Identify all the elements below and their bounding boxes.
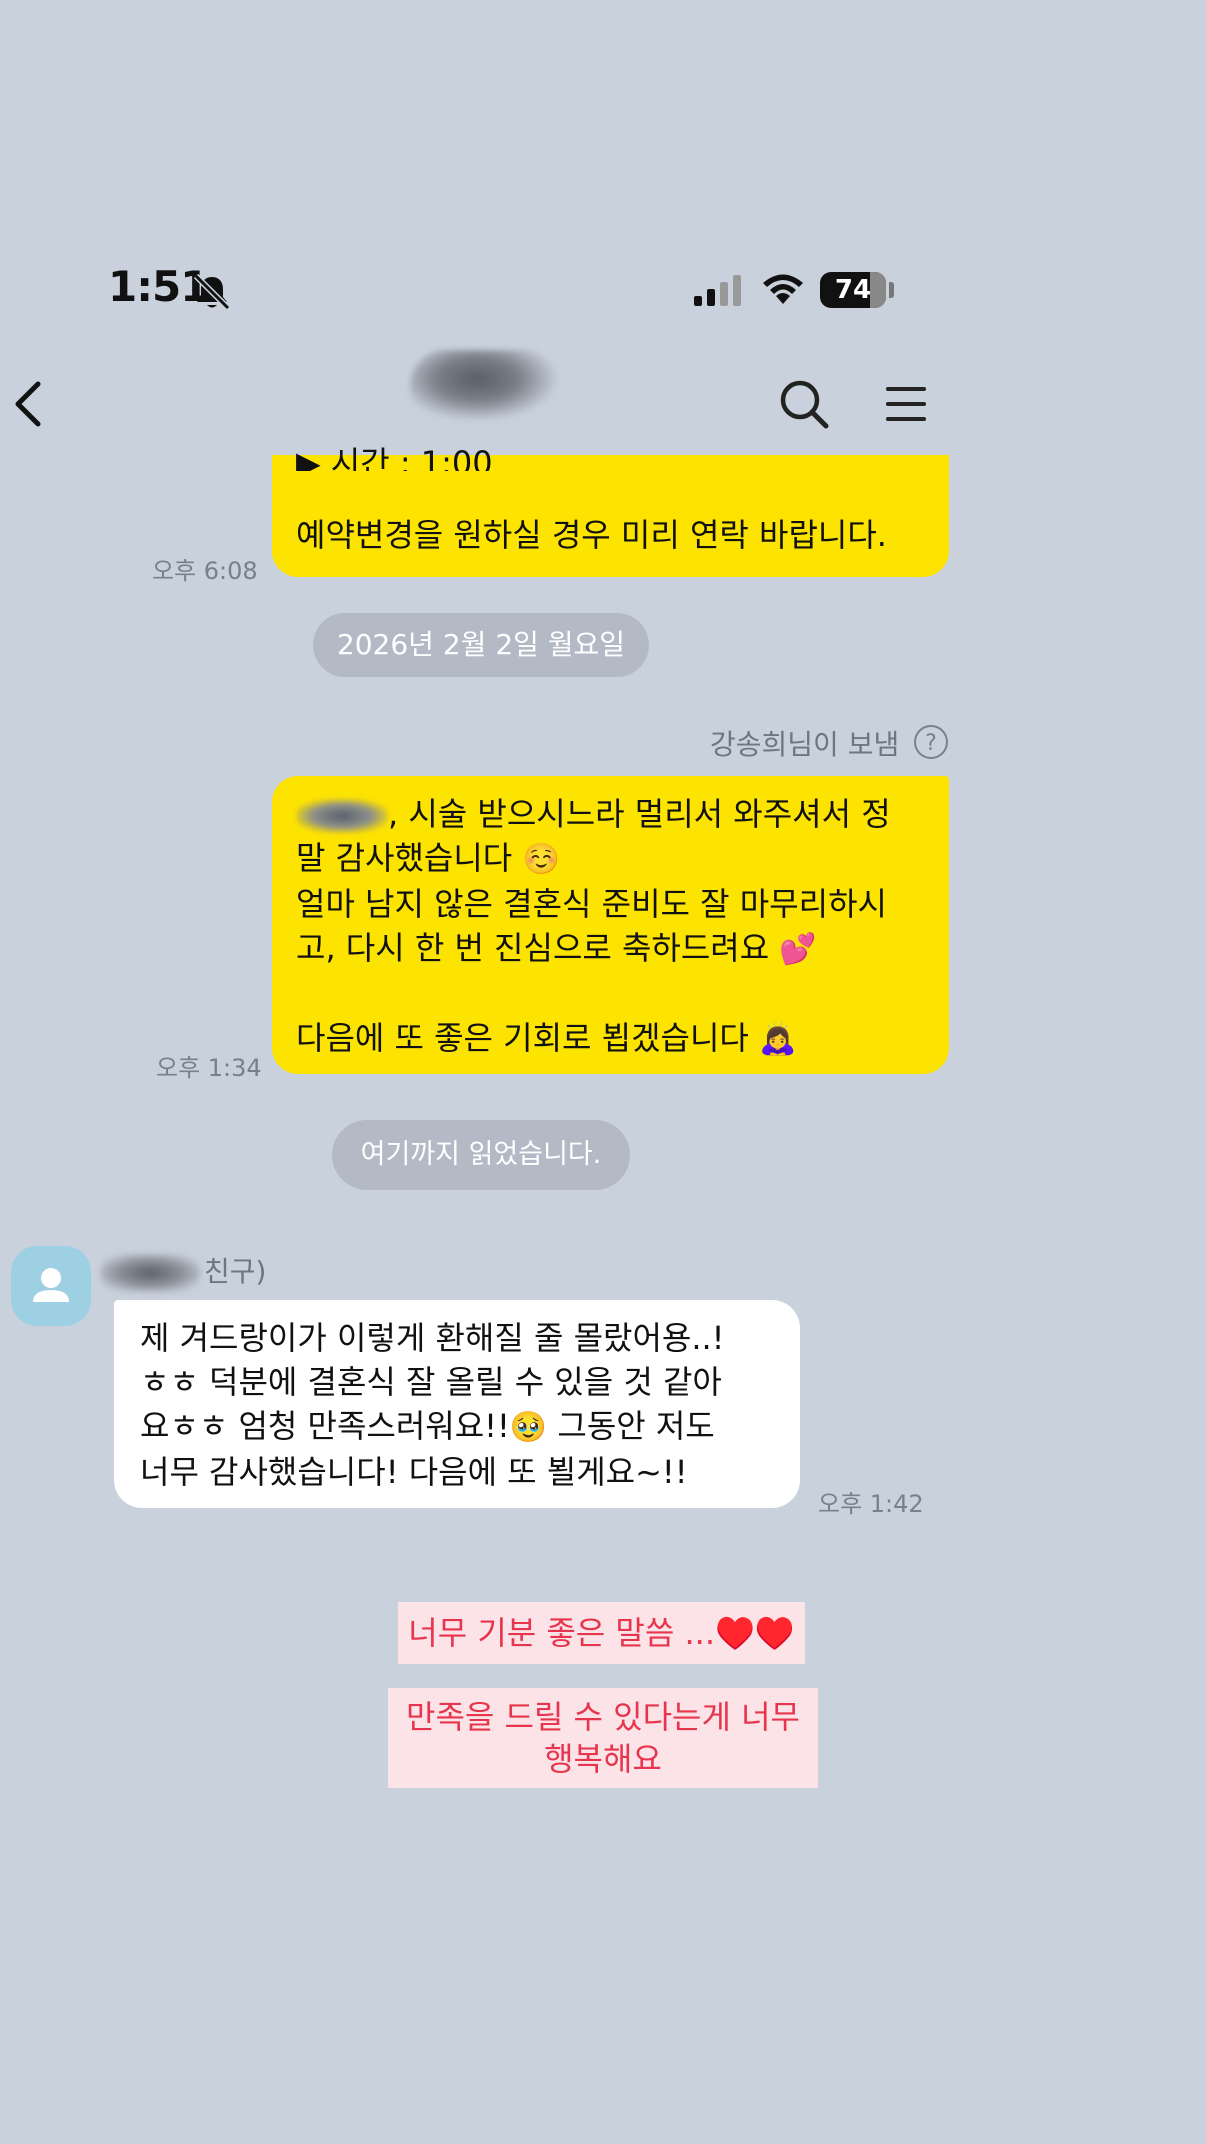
bowing-person-icon: 🙇‍♀️ <box>759 1022 797 1057</box>
pleading-face-icon: 🥹 <box>509 1410 548 1445</box>
my-message-bubble[interactable]: , 시술 받으시느라 멀리서 와주셔서 정 말 감사했습니다 ☺️ 얼마 남지 … <box>272 776 949 1074</box>
svg-text:?: ? <box>925 731 937 756</box>
message-time: 오후 1:34 <box>156 1054 262 1082</box>
message-line: 고, 다시 한 번 진심으로 축하드려요 💕 <box>296 926 931 972</box>
message-text: 예약변경을 원하실 경우 미리 연락 바랍니다. <box>296 516 887 554</box>
bell-muted-icon <box>193 273 231 311</box>
question-icon[interactable]: ? <box>913 724 949 760</box>
two-hearts-icon: 💕 <box>779 932 817 967</box>
chevron-left-icon[interactable] <box>10 378 46 430</box>
message-line: ㅎㅎ 덕분에 결혼식 잘 올릴 수 있을 것 같아 <box>140 1363 722 1401</box>
battery-cap <box>889 282 894 298</box>
message-time: 오후 1:42 <box>818 1490 924 1518</box>
search-icon[interactable] <box>778 378 830 430</box>
message-line: 요ㅎㅎ 엄청 만족스러워요!!🥹 그동안 저도 <box>140 1404 780 1450</box>
message-time: 오후 6:08 <box>152 557 258 585</box>
cut-off-text: ▶ 시간 : 1:00 <box>296 444 493 471</box>
my-message-bubble-partial[interactable]: ▶ 시간 : 1:00 예약변경을 원하실 경우 미리 연락 바랍니다. <box>272 444 949 577</box>
battery-empty-portion <box>870 272 886 308</box>
redacted-name <box>100 1254 200 1292</box>
battery-level: 74 <box>834 275 872 305</box>
date-divider: 2026년 2월 2일 월요일 <box>313 613 649 677</box>
smiling-face-icon: ☺️ <box>522 842 560 877</box>
menu-icon[interactable] <box>884 383 928 425</box>
chat-title-redacted <box>410 350 560 422</box>
friend-avatar[interactable] <box>11 1246 91 1326</box>
battery-indicator: 74 <box>820 272 886 308</box>
friend-message-bubble[interactable]: 제 겨드랑이가 이렇게 환해질 줄 몰랐어용..! ㅎㅎ 덕분에 결혼식 잘 올… <box>114 1300 800 1508</box>
chat-screen: 1:51 74 ▶ 시간 : 1:00 예약변경을 원하실 경우 미리 연락 바… <box>0 0 1206 2144</box>
message-line: 너무 감사했습니다! 다음에 또 뵐게요~!! <box>140 1453 688 1491</box>
message-line: 얼마 남지 않은 결혼식 준비도 잘 마무리하시 <box>296 885 887 923</box>
caption-text: 너무 기분 좋은 말씀 ...♥️♥️ <box>398 1602 805 1664</box>
message-line: , 시술 받으시느라 멀리서 와주셔서 정 <box>296 792 931 836</box>
sender-note: 강송희님이 보냄 <box>710 728 900 761</box>
cellular-signal-icon <box>694 275 741 306</box>
message-line: 제 겨드랑이가 이렇게 환해질 줄 몰랐어용..! <box>140 1319 725 1357</box>
redacted-name <box>296 799 388 833</box>
wifi-icon <box>763 274 803 304</box>
friend-name: 친구) <box>100 1250 266 1292</box>
caption-text: 만족을 드릴 수 있다는게 너무 행복해요 <box>388 1688 818 1788</box>
person-icon <box>33 1268 69 1302</box>
read-marker: 여기까지 읽었습니다. <box>332 1120 630 1190</box>
message-line: 말 감사했습니다 ☺️ <box>296 836 931 882</box>
message-line: 다음에 또 좋은 기회로 뵙겠습니다 🙇‍♀️ <box>296 1016 931 1062</box>
